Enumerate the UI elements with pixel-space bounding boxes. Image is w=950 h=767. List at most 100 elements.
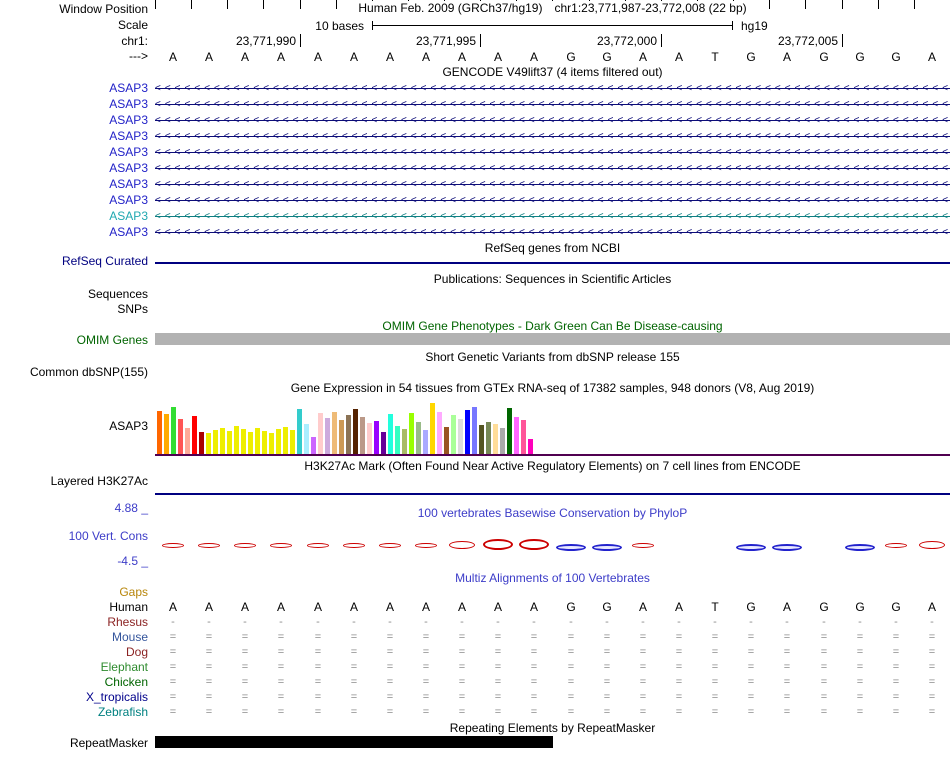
transcript-arrow-line[interactable]: <<<<<<<<<<<<<<<<<<<<<<<<<<<<<<<<<<<<<<<<…	[155, 145, 950, 161]
gtex-tissue-bar[interactable]	[374, 421, 379, 455]
gtex-tissue-bar[interactable]	[514, 417, 519, 455]
gtex-tissue-bar[interactable]	[269, 433, 274, 455]
phylop-mark[interactable]	[632, 543, 654, 548]
multiz-species-row[interactable]: Zebrafish = = = = = = = = = = = = = = = = = = = = = =	[0, 705, 950, 720]
transcript-arrow-line[interactable]: <<<<<<<<<<<<<<<<<<<<<<<<<<<<<<<<<<<<<<<<…	[155, 209, 950, 225]
gtex-tissue-bar[interactable]	[486, 422, 491, 455]
gencode-transcript-row[interactable]: ASAP3 <<<<<<<<<<<<<<<<<<<<<<<<<<<<<<<<<<<…	[0, 97, 950, 113]
phylop-mark[interactable]	[919, 541, 945, 549]
gencode-transcript-row[interactable]: ASAP3 <<<<<<<<<<<<<<<<<<<<<<<<<<<<<<<<<<<…	[0, 129, 950, 145]
phylop-mark[interactable]	[483, 539, 513, 550]
repeatmasker-bar[interactable]	[155, 736, 553, 748]
gtex-tissue-bar[interactable]	[528, 439, 533, 455]
phylop-mark[interactable]	[198, 543, 220, 548]
gtex-tissue-bar[interactable]	[227, 431, 232, 455]
gtex-tissue-bar[interactable]	[395, 426, 400, 455]
gtex-tissue-bar[interactable]	[444, 427, 449, 455]
multiz-species-row[interactable]: Human A A A A A A A A A A A G G A A T G A G G G A	[0, 600, 950, 615]
multiz-species-row[interactable]: X_tropicalis = = = = = = = = = = = = = = = = = = = = = =	[0, 690, 950, 705]
transcript-arrow-line[interactable]: <<<<<<<<<<<<<<<<<<<<<<<<<<<<<<<<<<<<<<<<…	[155, 97, 950, 113]
gtex-tissue-bar[interactable]	[234, 426, 239, 455]
refseq-curated-line[interactable]	[155, 262, 950, 264]
gencode-transcript-label[interactable]: ASAP3	[0, 178, 148, 191]
gencode-transcript-row[interactable]: ASAP3 <<<<<<<<<<<<<<<<<<<<<<<<<<<<<<<<<<<…	[0, 193, 950, 209]
gtex-tissue-bar[interactable]	[416, 422, 421, 455]
multiz-species-row[interactable]: Elephant = = = = = = = = = = = = = = = = = = = = = =	[0, 660, 950, 675]
gtex-tissue-bar[interactable]	[500, 428, 505, 455]
gtex-tissue-bar[interactable]	[171, 407, 176, 455]
gtex-tissue-bar[interactable]	[360, 417, 365, 455]
transcript-arrow-line[interactable]: <<<<<<<<<<<<<<<<<<<<<<<<<<<<<<<<<<<<<<<<…	[155, 81, 950, 97]
multiz-alignment-row[interactable]: = = = = = = = = = = = = = = = = = = = = = =	[155, 705, 950, 720]
multiz-species-row[interactable]: Mouse = = = = = = = = = = = = = = = = = = = = = =	[0, 630, 950, 645]
phylop-mark[interactable]	[162, 543, 184, 548]
gtex-tissue-bar[interactable]	[332, 412, 337, 455]
gtex-tissue-bar[interactable]	[248, 432, 253, 455]
multiz-alignment-row[interactable]: = = = = = = = = = = = = = = = = = = = = = =	[155, 630, 950, 645]
omim-genes-bar[interactable]	[155, 333, 950, 345]
gtex-tissue-bar[interactable]	[430, 403, 435, 455]
multiz-alignment-row[interactable]: AAAAAAAAAAAGGAATGAGGGA	[155, 600, 950, 615]
gtex-tissue-bar[interactable]	[409, 413, 414, 455]
gtex-tissue-bar[interactable]	[164, 414, 169, 455]
gencode-transcript-label[interactable]: ASAP3	[0, 114, 148, 127]
gencode-transcript-label[interactable]: ASAP3	[0, 130, 148, 143]
multiz-species-row[interactable]: Rhesus - - - - - - - - - - - - - - - - - - - - - -	[0, 615, 950, 630]
gencode-transcript-row[interactable]: ASAP3 <<<<<<<<<<<<<<<<<<<<<<<<<<<<<<<<<<<…	[0, 145, 950, 161]
multiz-species-row[interactable]: Dog = = = = = = = = = = = = = = = = = = = = = =	[0, 645, 950, 660]
gtex-tissue-bar[interactable]	[346, 415, 351, 455]
multiz-species-label[interactable]: Human	[0, 601, 148, 614]
gtex-tissue-bar[interactable]	[185, 428, 190, 455]
gencode-transcript-label[interactable]: ASAP3	[0, 146, 148, 159]
gencode-transcript-row[interactable]: ASAP3 <<<<<<<<<<<<<<<<<<<<<<<<<<<<<<<<<<<…	[0, 209, 950, 225]
gtex-tissue-bar[interactable]	[199, 432, 204, 455]
gtex-tissue-bar[interactable]	[381, 432, 386, 455]
transcript-arrow-line[interactable]: <<<<<<<<<<<<<<<<<<<<<<<<<<<<<<<<<<<<<<<<…	[155, 225, 950, 241]
gtex-tissue-bar[interactable]	[304, 424, 309, 455]
phylop-mark[interactable]	[343, 543, 365, 548]
gtex-tissue-bar[interactable]	[157, 411, 162, 455]
gtex-tissue-bar[interactable]	[388, 414, 393, 455]
transcript-arrow-line[interactable]: <<<<<<<<<<<<<<<<<<<<<<<<<<<<<<<<<<<<<<<<…	[155, 161, 950, 177]
repeatmasker-track-label[interactable]: RepeatMasker	[0, 737, 148, 750]
phylop-mark[interactable]	[307, 543, 329, 548]
gtex-tissue-bar[interactable]	[507, 408, 512, 455]
phylop-mark[interactable]	[885, 543, 907, 548]
gtex-tissue-bar[interactable]	[353, 409, 358, 455]
gtex-tissue-bar[interactable]	[318, 413, 323, 455]
gtex-tissue-bar[interactable]	[290, 430, 295, 455]
gtex-tissue-bar[interactable]	[262, 431, 267, 455]
transcript-arrow-line[interactable]: <<<<<<<<<<<<<<<<<<<<<<<<<<<<<<<<<<<<<<<<…	[155, 129, 950, 145]
gtex-tissue-bar[interactable]	[241, 429, 246, 455]
phylop-mark[interactable]	[270, 543, 292, 548]
multiz-alignment-row[interactable]: = = = = = = = = = = = = = = = = = = = = = =	[155, 645, 950, 660]
phylop-mark[interactable]	[592, 544, 622, 551]
gtex-gene-label[interactable]: ASAP3	[0, 420, 148, 433]
phylop-track-label[interactable]: 100 Vert. Cons	[0, 530, 148, 543]
gencode-transcript-label[interactable]: ASAP3	[0, 194, 148, 207]
gtex-tissue-bar[interactable]	[206, 433, 211, 455]
gencode-transcript-label[interactable]: ASAP3	[0, 226, 148, 239]
gtex-tissue-bar[interactable]	[367, 423, 372, 455]
gtex-tissue-bar[interactable]	[437, 412, 442, 455]
phylop-mark[interactable]	[556, 544, 586, 551]
gtex-tissue-bar[interactable]	[213, 430, 218, 455]
transcript-arrow-line[interactable]: <<<<<<<<<<<<<<<<<<<<<<<<<<<<<<<<<<<<<<<<…	[155, 177, 950, 193]
gtex-tissue-bar[interactable]	[402, 429, 407, 455]
gtex-tissue-bar[interactable]	[276, 429, 281, 455]
multiz-alignment-row[interactable]: = = = = = = = = = = = = = = = = = = = = = =	[155, 660, 950, 675]
gencode-transcript-row[interactable]: ASAP3 <<<<<<<<<<<<<<<<<<<<<<<<<<<<<<<<<<<…	[0, 81, 950, 97]
omim-genes-label[interactable]: OMIM Genes	[0, 334, 148, 347]
gencode-transcript-label[interactable]: ASAP3	[0, 210, 148, 223]
gencode-transcript-row[interactable]: ASAP3 <<<<<<<<<<<<<<<<<<<<<<<<<<<<<<<<<<<…	[0, 225, 950, 241]
multiz-species-label[interactable]: Chicken	[0, 676, 148, 689]
gtex-tissue-bar[interactable]	[220, 428, 225, 455]
multiz-alignment-row[interactable]: ----------------------	[155, 615, 950, 630]
phylop-mark[interactable]	[772, 544, 802, 551]
gencode-transcript-row[interactable]: ASAP3 <<<<<<<<<<<<<<<<<<<<<<<<<<<<<<<<<<<…	[0, 161, 950, 177]
phylop-mark[interactable]	[519, 539, 549, 550]
gtex-tissue-bar[interactable]	[472, 407, 477, 455]
phylop-mark[interactable]	[845, 544, 875, 551]
multiz-species-label[interactable]: Mouse	[0, 631, 148, 644]
gtex-tissue-bar[interactable]	[479, 425, 484, 455]
